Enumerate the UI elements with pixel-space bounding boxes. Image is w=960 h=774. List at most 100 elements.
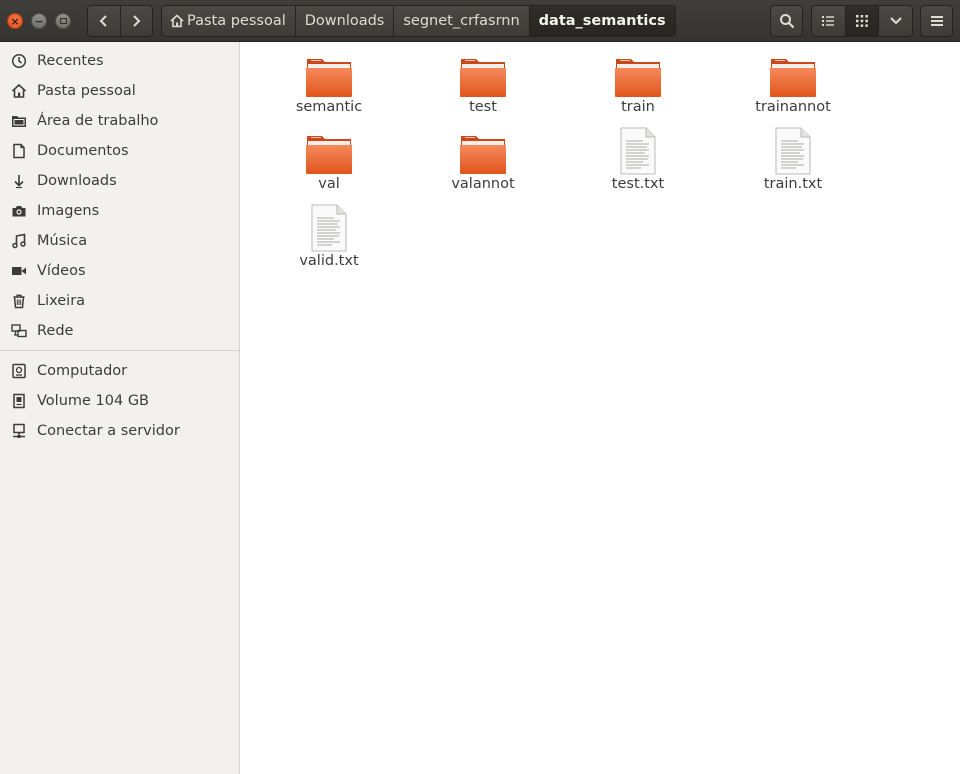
list-view-button[interactable] xyxy=(812,6,845,36)
file-name: semantic xyxy=(295,99,363,115)
file-name: train xyxy=(621,99,655,115)
sidebar-item-documentos[interactable]: Documentos xyxy=(0,136,239,166)
sidebar-item-label: Música xyxy=(37,233,88,249)
sidebar-item-label: Área de trabalho xyxy=(37,113,159,129)
network-icon xyxy=(10,322,28,340)
trash-icon xyxy=(10,292,28,310)
sidebar-item-imagens[interactable]: Imagens xyxy=(0,196,239,226)
sidebar-item-recentes[interactable]: Recentes xyxy=(0,46,239,76)
sidebar-item-lixeira[interactable]: Lixeira xyxy=(0,286,239,316)
sidebar-divider xyxy=(0,350,239,351)
grid-view-button[interactable] xyxy=(844,6,879,36)
folder-item[interactable]: trainannot xyxy=(733,42,853,116)
file-name: test.txt xyxy=(611,176,665,192)
sidebar-item-label: Documentos xyxy=(37,143,129,159)
folder-item[interactable]: val xyxy=(269,119,389,193)
search-button[interactable] xyxy=(770,5,803,37)
desktop-folder-icon xyxy=(10,112,28,130)
minimize-window-button[interactable]: − xyxy=(31,13,47,29)
sidebar-item-label: Recentes xyxy=(37,53,104,69)
forward-button[interactable] xyxy=(119,6,153,36)
camera-icon xyxy=(10,202,28,220)
breadcrumb-item-segnet[interactable]: segnet_crfasrnn xyxy=(393,6,528,36)
sidebar-item-area-de-trabalho[interactable]: Área de trabalho xyxy=(0,106,239,136)
breadcrumb-label: Pasta pessoal xyxy=(187,13,286,29)
text-file-item[interactable]: test.txt xyxy=(578,119,698,193)
breadcrumb-label: data_semantics xyxy=(538,13,666,29)
document-icon xyxy=(10,142,28,160)
folder-item[interactable]: train xyxy=(578,42,698,116)
sidebar-item-label: Vídeos xyxy=(37,263,86,279)
folder-icon xyxy=(614,42,662,98)
sidebar-item-label: Pasta pessoal xyxy=(37,83,136,99)
search-icon xyxy=(779,14,794,29)
view-mode-buttons xyxy=(811,5,913,37)
home-icon xyxy=(10,82,28,100)
file-name: val xyxy=(318,176,340,192)
sidebar-item-label: Conectar a servidor xyxy=(37,423,180,439)
server-icon xyxy=(10,422,28,440)
sidebar-item-musica[interactable]: Música xyxy=(0,226,239,256)
chevron-down-icon xyxy=(889,17,902,25)
breadcrumb-item-downloads[interactable]: Downloads xyxy=(294,6,394,36)
folder-icon xyxy=(305,119,353,175)
sidebar-item-pasta-pessoal[interactable]: Pasta pessoal xyxy=(0,76,239,106)
video-icon xyxy=(10,262,28,280)
breadcrumb-item-current[interactable]: data_semantics xyxy=(528,6,675,36)
folder-icon xyxy=(459,42,507,98)
computer-icon xyxy=(10,362,28,380)
minimize-icon: − xyxy=(34,14,44,28)
close-icon: × xyxy=(10,14,20,28)
sidebar-item-label: Computador xyxy=(37,363,128,379)
hamburger-menu-icon xyxy=(930,16,943,26)
breadcrumb-item-home[interactable]: Pasta pessoal xyxy=(162,6,295,36)
file-name: test xyxy=(469,99,497,115)
text-file-icon xyxy=(774,119,812,175)
sidebar-item-label: Rede xyxy=(37,323,74,339)
breadcrumb: Pasta pessoal Downloads segnet_crfasrnn … xyxy=(161,5,676,37)
home-icon xyxy=(169,13,185,29)
folder-icon xyxy=(769,42,817,98)
folder-icon xyxy=(459,119,507,175)
folder-icon xyxy=(305,42,353,98)
text-file-item[interactable]: train.txt xyxy=(733,119,853,193)
sidebar-item-downloads[interactable]: Downloads xyxy=(0,166,239,196)
file-name: valid.txt xyxy=(299,253,359,269)
sidebar-item-computador[interactable]: Computador xyxy=(0,356,239,386)
sidebar-item-label: Lixeira xyxy=(37,293,86,309)
sidebar-item-label: Volume 104 GB xyxy=(37,393,150,409)
view-options-button[interactable] xyxy=(878,6,912,36)
text-file-item[interactable]: valid.txt xyxy=(269,196,389,270)
folder-item[interactable]: semantic xyxy=(269,42,389,116)
music-icon xyxy=(10,232,28,250)
sidebar-item-volume[interactable]: Volume 104 GB xyxy=(0,386,239,416)
back-button[interactable] xyxy=(88,6,120,36)
breadcrumb-label: Downloads xyxy=(304,13,385,29)
sidebar: Recentes Pasta pessoal Área de trabalho … xyxy=(0,42,240,774)
header-bar: × − Pasta pessoal Downloads segnet_crfas… xyxy=(0,0,960,42)
sidebar-item-label: Downloads xyxy=(37,173,117,189)
file-name: train.txt xyxy=(763,176,823,192)
text-file-icon xyxy=(619,119,657,175)
folder-item[interactable]: test xyxy=(423,42,543,116)
breadcrumb-label: segnet_crfasrnn xyxy=(403,13,520,29)
maximize-window-button[interactable] xyxy=(55,13,71,29)
menu-button[interactable] xyxy=(920,5,953,37)
grid-view-icon xyxy=(856,15,868,27)
clock-icon xyxy=(10,52,28,70)
list-view-icon xyxy=(822,16,835,26)
folder-item[interactable]: valannot xyxy=(423,119,543,193)
file-view: semantic test train trainannot val valan… xyxy=(241,42,960,774)
sidebar-item-videos[interactable]: Vídeos xyxy=(0,256,239,286)
sidebar-item-rede[interactable]: Rede xyxy=(0,316,239,346)
sidebar-item-conectar-servidor[interactable]: Conectar a servidor xyxy=(0,416,239,446)
close-window-button[interactable]: × xyxy=(7,13,23,29)
chevron-right-icon xyxy=(133,15,141,27)
navigation-buttons xyxy=(87,5,153,37)
download-icon xyxy=(10,172,28,190)
file-name: trainannot xyxy=(755,99,831,115)
drive-icon xyxy=(10,392,28,410)
text-file-icon xyxy=(310,196,348,252)
file-name: valannot xyxy=(451,176,515,192)
chevron-left-icon xyxy=(99,15,107,27)
